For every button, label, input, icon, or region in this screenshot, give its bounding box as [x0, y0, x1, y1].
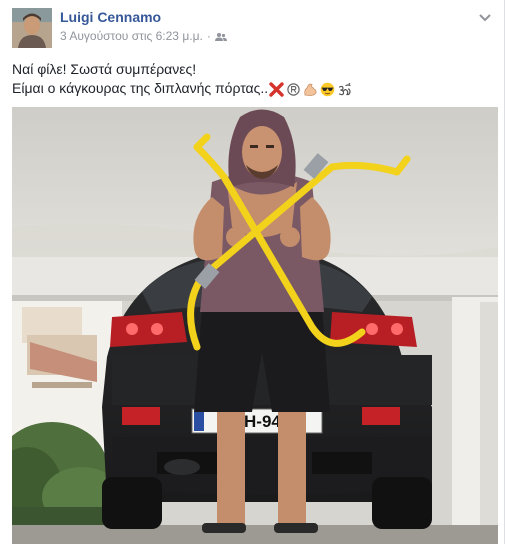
- post-meta: 3 Αυγούστου στις 6:23 μ.μ. ·: [60, 29, 227, 43]
- chevron-down-icon[interactable]: [478, 10, 492, 22]
- meta-separator: ·: [206, 29, 211, 43]
- post-text-line-2-text: Είμαι ο κάγκουρας της διπλανής πόρτας..: [12, 80, 269, 96]
- post-text-line-2: Είμαι ο κάγκουρας της διπλανής πόρτας..: [12, 79, 492, 98]
- cross-mark-icon: [269, 82, 284, 97]
- registered-icon: [286, 82, 301, 97]
- author-name[interactable]: Luigi Cennamo: [60, 9, 161, 25]
- om-symbol-icon: [337, 82, 352, 97]
- post-header: Luigi Cennamo 3 Αυγούστου στις 6:23 μ.μ.…: [12, 8, 496, 48]
- friends-icon[interactable]: [214, 31, 227, 41]
- post-text-line-1: Ναί φίλε! Σωστά συμπέρανες!: [12, 61, 197, 77]
- sunglasses-face-icon: [320, 82, 335, 97]
- post-photo[interactable]: Η-946: [12, 107, 498, 544]
- facebook-post: Luigi Cennamo 3 Αυγούστου στις 6:23 μ.μ.…: [0, 0, 505, 544]
- flexed-biceps-icon: [303, 82, 318, 97]
- post-timestamp[interactable]: 3 Αυγούστου στις 6:23 μ.μ.: [60, 29, 203, 43]
- emoji-group: [269, 82, 352, 97]
- avatar[interactable]: [12, 8, 52, 48]
- post-text: Ναί φίλε! Σωστά συμπέρανες! Είμαι ο κάγκ…: [12, 60, 492, 98]
